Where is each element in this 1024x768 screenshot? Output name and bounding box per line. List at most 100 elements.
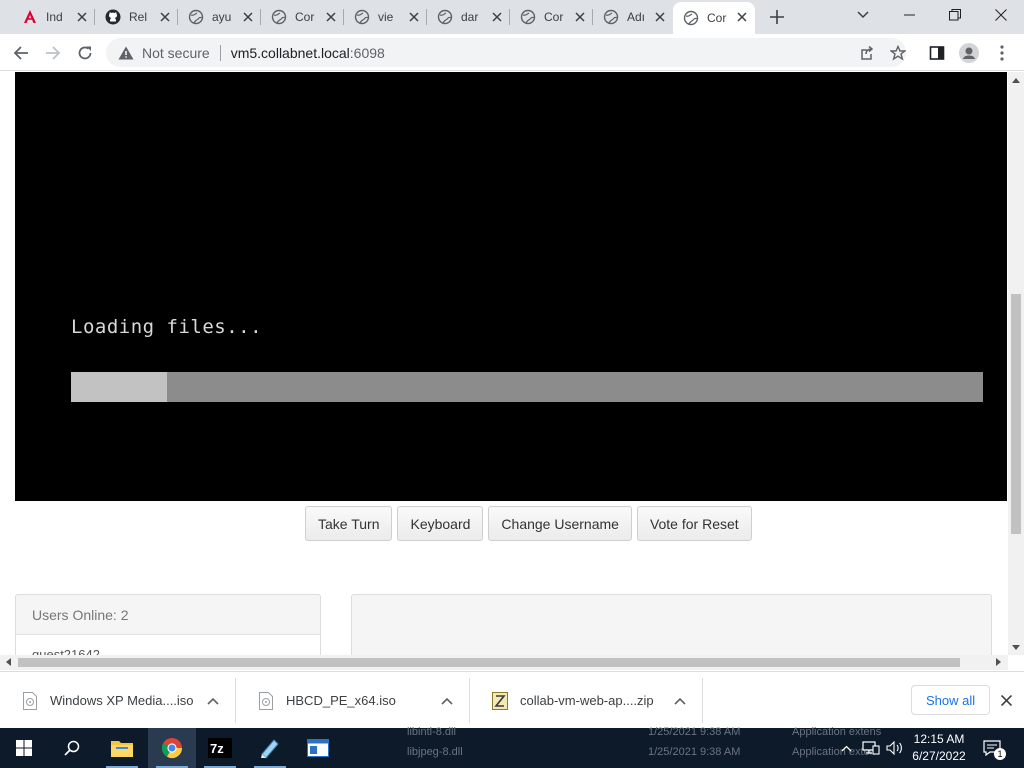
browser-tab[interactable]: Adı	[593, 0, 673, 34]
url-port: :6098	[349, 44, 385, 61]
close-icon[interactable]	[573, 10, 587, 24]
chevron-up-icon[interactable]	[836, 728, 856, 768]
menu-kebab-icon[interactable]	[989, 40, 1015, 66]
new-tab-button[interactable]	[766, 6, 788, 28]
close-icon[interactable]	[75, 10, 89, 24]
svg-text:7z: 7z	[210, 741, 224, 756]
tab-title: ayu	[212, 10, 232, 24]
close-icon[interactable]	[735, 10, 749, 24]
side-panel-icon[interactable]	[924, 40, 950, 66]
scrollbar-thumb[interactable]	[1011, 294, 1021, 534]
forward-button[interactable]	[40, 40, 66, 66]
start-button[interactable]	[0, 728, 48, 768]
tab-title: Rel	[129, 10, 148, 24]
notification-badge: 1	[994, 748, 1006, 760]
disc-file-icon	[22, 691, 38, 711]
scrollbar-thumb[interactable]	[18, 658, 960, 667]
profile-avatar-icon[interactable]	[956, 40, 982, 66]
browser-tab[interactable]: Ind	[12, 0, 95, 34]
search-icon[interactable]	[48, 728, 96, 768]
chrome-icon[interactable]	[148, 728, 196, 768]
windows-taskbar: libintl-8.dll 1/25/2021 9:38 AM Applicat…	[0, 726, 1024, 768]
download-item[interactable]: HBCD_PE_x64.iso	[236, 672, 470, 729]
close-icon[interactable]	[158, 10, 172, 24]
clock-time: 12:15 AM	[913, 732, 965, 746]
tab-title: Ind	[46, 10, 63, 24]
volume-icon[interactable]	[884, 728, 906, 768]
globe-icon	[188, 9, 204, 25]
globe-icon	[603, 9, 619, 25]
chevron-up-icon[interactable]	[440, 694, 454, 708]
tab-title: Adı	[627, 10, 646, 24]
browser-toolbar: Not secure vm5.collabnet.local:6098	[0, 34, 1024, 71]
vertical-scrollbar[interactable]	[1008, 72, 1024, 655]
vote-reset-button[interactable]: Vote for Reset	[636, 506, 752, 541]
loading-text: Loading files...	[71, 316, 263, 338]
background-window-text: libintl-8.dll 1/25/2021 9:38 AM Applicat…	[380, 726, 900, 768]
download-item[interactable]: Windows XP Media....iso	[0, 672, 236, 729]
app-window-icon[interactable]	[294, 728, 342, 768]
close-icon[interactable]	[998, 692, 1014, 708]
browser-tab[interactable]: Rel	[95, 0, 178, 34]
scroll-up-icon[interactable]	[1012, 76, 1020, 84]
url-host: vm5.collabnet.local	[230, 44, 350, 61]
take-turn-button[interactable]: Take Turn	[305, 506, 393, 541]
share-icon[interactable]	[853, 40, 879, 66]
reload-button[interactable]	[72, 40, 98, 66]
scroll-down-icon[interactable]	[1012, 643, 1020, 651]
download-item[interactable]: collab-vm-web-ap....zip	[470, 672, 703, 729]
globe-icon	[354, 9, 370, 25]
browser-tab[interactable]: dar	[427, 0, 510, 34]
close-icon[interactable]	[407, 10, 421, 24]
browser-tab[interactable]: Cor	[261, 0, 344, 34]
angular-icon	[22, 9, 38, 25]
progress-fill	[71, 372, 167, 402]
keyboard-button[interactable]: Keyboard	[397, 506, 484, 541]
bookmark-star-icon[interactable]	[885, 40, 911, 66]
close-icon[interactable]	[490, 10, 504, 24]
url-text[interactable]: vm5.collabnet.local:6098	[231, 45, 385, 61]
tab-title: Cor	[707, 11, 727, 25]
network-icon[interactable]	[860, 728, 882, 768]
download-filename: Windows XP Media....iso	[50, 693, 194, 708]
address-bar[interactable]: Not secure vm5.collabnet.local:6098	[106, 38, 906, 67]
page-viewport: Loading files... Take Turn Keyboard Chan…	[0, 72, 1008, 655]
back-button[interactable]	[8, 40, 34, 66]
browser-tab[interactable]: vie	[344, 0, 427, 34]
chevron-up-icon[interactable]	[206, 694, 220, 708]
change-username-button[interactable]: Change Username	[488, 506, 632, 541]
tab-search-button[interactable]	[840, 0, 886, 30]
7zip-icon[interactable]: 7z	[196, 728, 244, 768]
restore-button[interactable]	[932, 0, 978, 30]
github-icon	[105, 9, 121, 25]
notepad-icon[interactable]	[246, 728, 294, 768]
users-online-panel: Users Online: 2 guest21642	[15, 594, 321, 655]
background-text: libjpeg-8.dll	[407, 746, 463, 758]
globe-icon	[520, 9, 536, 25]
chevron-up-icon[interactable]	[673, 694, 687, 708]
show-all-button[interactable]: Show all	[911, 685, 991, 715]
background-text: 1/25/2021 9:38 AM	[648, 746, 741, 758]
horizontal-scrollbar[interactable]	[0, 655, 1008, 670]
notification-center-icon[interactable]: 1	[980, 736, 1006, 760]
security-label[interactable]: Not secure	[142, 45, 210, 61]
scroll-right-icon[interactable]	[994, 658, 1002, 666]
minimize-button[interactable]	[886, 0, 932, 30]
browser-tab[interactable]: Cor	[510, 0, 593, 34]
scroll-left-icon[interactable]	[4, 658, 12, 666]
browser-tab[interactable]: ayu	[178, 0, 261, 34]
divider	[702, 678, 703, 723]
close-window-button[interactable]	[978, 0, 1024, 30]
vm-display[interactable]: Loading files...	[15, 72, 1007, 501]
close-icon[interactable]	[324, 10, 338, 24]
system-clock[interactable]: 12:15 AM 6/27/2022	[906, 731, 972, 765]
downloads-bar: Windows XP Media....iso HBCD_PE_x64.iso …	[0, 671, 1024, 728]
close-icon[interactable]	[241, 10, 255, 24]
browser-tab-active[interactable]: Cor	[673, 2, 755, 34]
close-icon[interactable]	[653, 10, 667, 24]
warning-icon[interactable]	[118, 45, 134, 61]
user-list-item[interactable]: guest21642	[16, 635, 320, 655]
tab-title: vie	[378, 10, 394, 24]
tab-title: Cor	[295, 10, 315, 24]
file-explorer-icon[interactable]	[98, 728, 146, 768]
